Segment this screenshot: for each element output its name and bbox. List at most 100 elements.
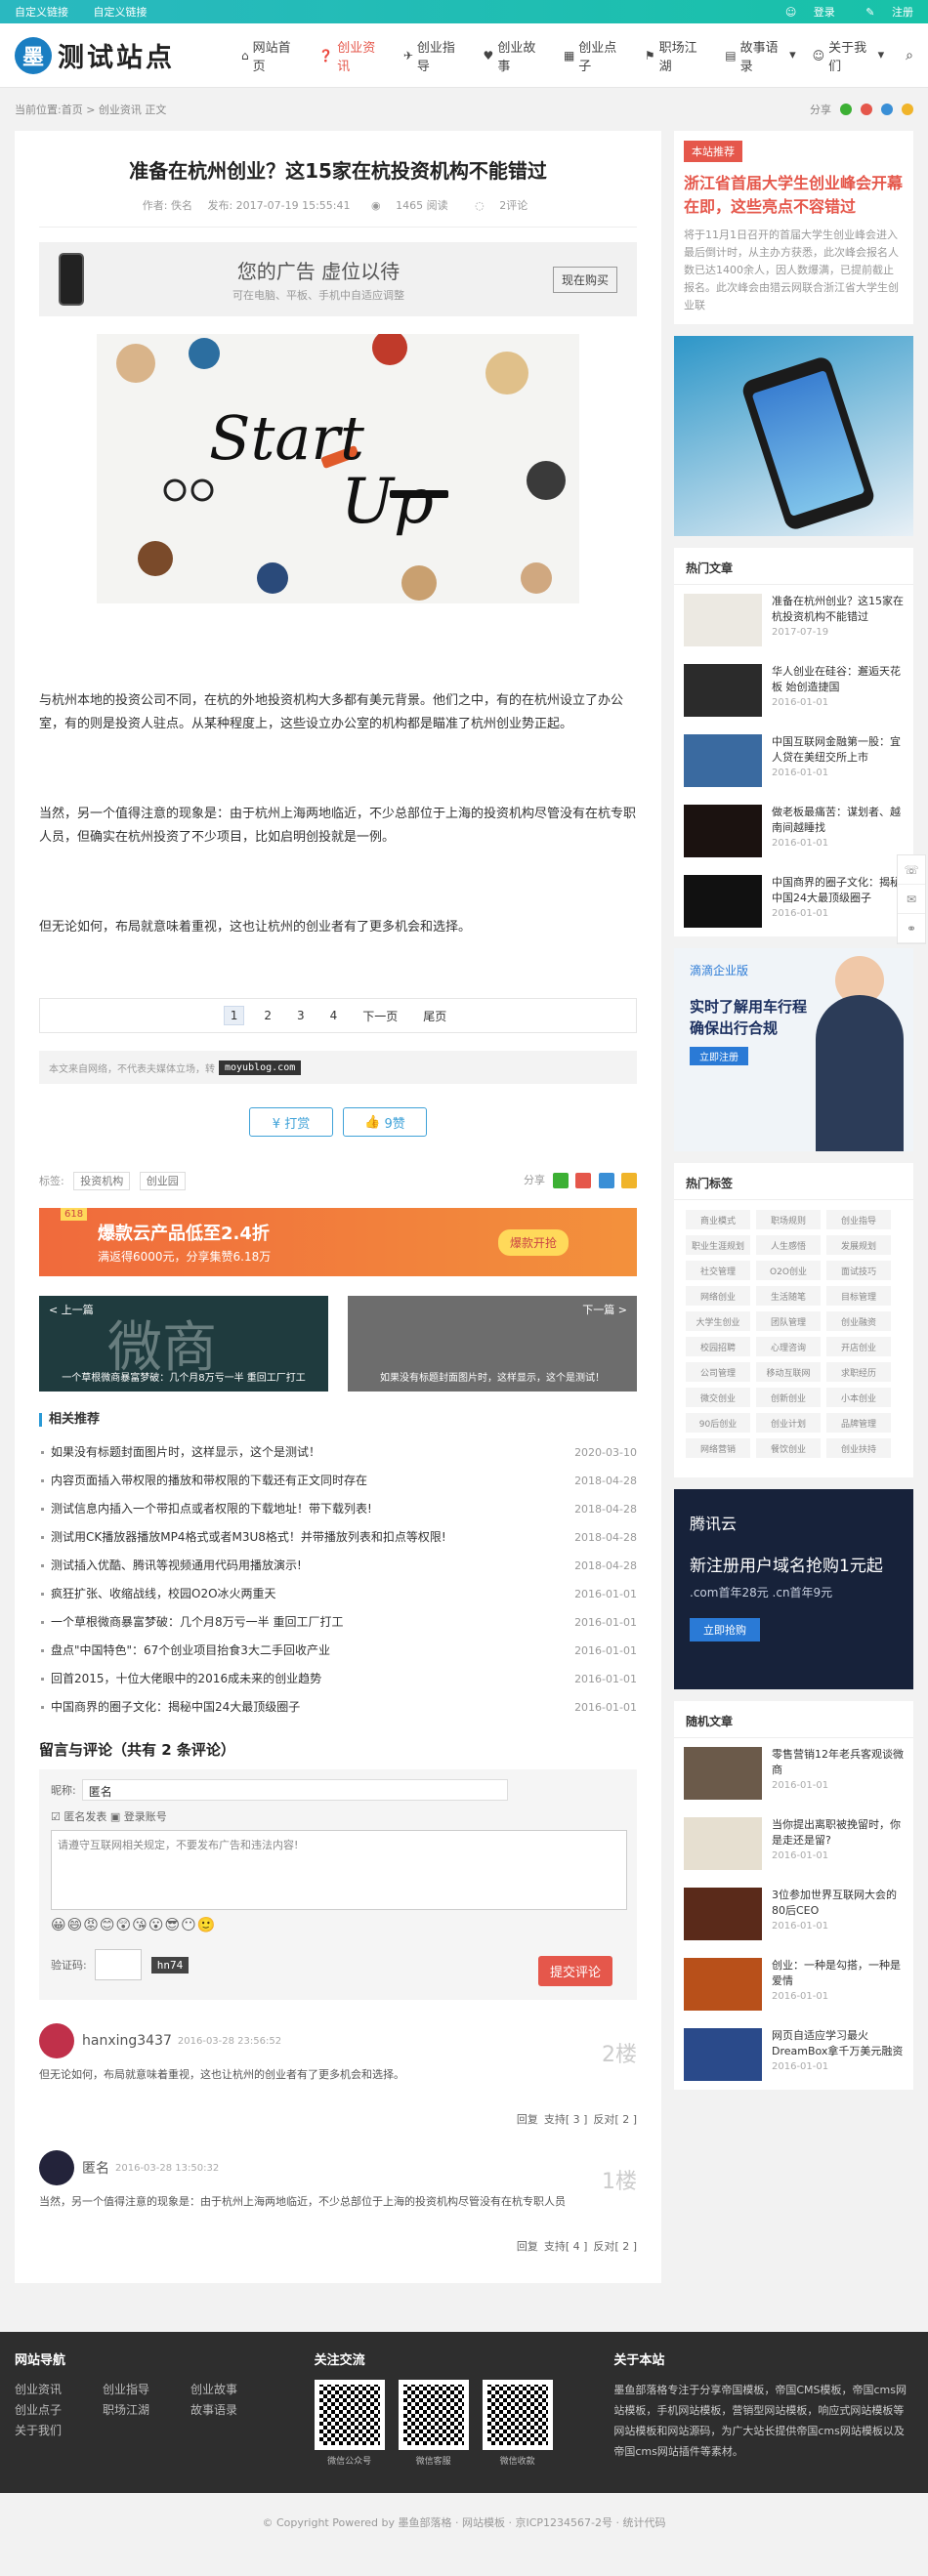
tag-chip[interactable]: 大学生创业 <box>686 1311 750 1331</box>
related-item[interactable]: 测试信息内插入一个带扣点或者权限的下载地址！带下载列表! 2018-04-28 <box>39 1495 637 1523</box>
site-logo[interactable]: 墨 测试站点 <box>15 36 225 74</box>
promo-banner[interactable]: 618 爆款云产品低至2.4折 满返得6000元，分享集赞6.18万 爆款开抢 <box>39 1208 637 1276</box>
oppose-link[interactable]: 反对[ 2 ] <box>593 2113 637 2126</box>
qq-icon[interactable] <box>881 104 893 115</box>
top-link-1[interactable]: 自定义链接 <box>15 6 68 19</box>
tag-chip[interactable]: 目标管理 <box>826 1286 891 1306</box>
hot-article-item[interactable]: 做老板最痛苦：谋划者、越南间越睡找 2016-01-01 <box>674 796 913 866</box>
login-account-link[interactable]: ▣ 登录账号 <box>110 1810 167 1823</box>
related-item[interactable]: 内容页面插入带权限的播放和带权限的下载还有正文同时存在 2018-04-28 <box>39 1467 637 1495</box>
phone-icon[interactable]: ☏ <box>898 855 925 885</box>
footer-nav-link[interactable]: 创业故事 <box>190 2380 278 2400</box>
like-button[interactable]: 👍 9赞 <box>343 1107 427 1137</box>
reward-button[interactable]: ¥ 打赏 <box>249 1107 333 1137</box>
tag-chip[interactable]: 创业指导 <box>826 1210 891 1229</box>
footer-nav-link[interactable]: 关于我们 <box>15 2421 103 2441</box>
tag-chip[interactable]: 开店创业 <box>826 1337 891 1356</box>
qzone-share-icon[interactable] <box>621 1173 637 1188</box>
hot-article-item[interactable]: 华人创业在硅谷：邂逅天花板 始创造捷国 2016-01-01 <box>674 655 913 726</box>
tag-chip[interactable]: 创业计划 <box>756 1413 821 1433</box>
tag-chip[interactable]: 微交创业 <box>686 1388 750 1407</box>
tag-chip[interactable]: 餐饮创业 <box>756 1438 821 1458</box>
tag-chip[interactable]: 品牌管理 <box>826 1413 891 1433</box>
related-item[interactable]: 中国商界的圈子文化：揭秘中国24大最顶级圈子 2016-01-01 <box>39 1693 637 1722</box>
comment-textarea[interactable]: 请遵守互联网相关规定，不要发布广告和违法内容! <box>51 1830 627 1910</box>
footer-nav-link[interactable]: 故事语录 <box>190 2400 278 2421</box>
tag-chip[interactable]: 创新创业 <box>756 1388 821 1407</box>
top-link-2[interactable]: 自定义链接 <box>94 6 148 19</box>
tag-chip[interactable]: 心理咨询 <box>756 1337 821 1356</box>
register-link[interactable]: ✎ 注册 <box>852 6 913 19</box>
anonymous-checkbox[interactable]: ☑ 匿名发表 <box>51 1810 106 1823</box>
random-article-item[interactable]: 当你提出离职被挽留时，你是走还是留? 2016-01-01 <box>674 1808 913 1879</box>
nav-item-2[interactable]: ❓ 创业资讯 <box>318 37 387 74</box>
tencent-cloud-ad[interactable]: 腾讯云 新注册用户域名抢购1元起 .com首年28元 .cn首年9元 立即抢购 <box>674 1489 913 1689</box>
tag-chip[interactable]: 创业扶持 <box>826 1438 891 1458</box>
page-1[interactable]: 1 <box>223 1006 245 1025</box>
random-article-item[interactable]: 零售营销12年老兵客观谈微商 2016-01-01 <box>674 1738 913 1808</box>
emoji-picker[interactable]: 😀😄😡😊😲😘😮😎😶🙂 <box>51 1916 625 1933</box>
tag-chip[interactable]: 小本创业 <box>826 1388 891 1407</box>
tag-chip[interactable]: 面试技巧 <box>826 1261 891 1280</box>
tag-chip[interactable]: 职场规则 <box>756 1210 821 1229</box>
footer-nav-link[interactable]: 创业指导 <box>103 2380 190 2400</box>
captcha-input[interactable] <box>94 1949 142 1980</box>
nav-item-4[interactable]: ♥ 创业故事 <box>484 37 547 74</box>
related-item[interactable]: 疯狂扩张、收缩战线，校园O2O冰火两重天 2016-01-01 <box>39 1580 637 1608</box>
weibo-icon[interactable] <box>861 104 872 115</box>
tag-chip[interactable]: 求职经历 <box>826 1362 891 1382</box>
tag-chip[interactable]: 创业融资 <box>826 1311 891 1331</box>
wechat-icon[interactable] <box>840 104 852 115</box>
tag-chip[interactable]: 职业生涯规划 <box>686 1235 750 1255</box>
nav-item-7[interactable]: ▤ 故事语录 ▾ <box>725 37 795 74</box>
didi-register-button[interactable]: 立即注册 <box>690 1047 748 1065</box>
page-3[interactable]: 3 <box>291 1007 311 1024</box>
buy-now-button[interactable]: 现在购买 <box>552 266 617 293</box>
random-article-item[interactable]: 创业：一种是勾搭，一种是爱情 2016-01-01 <box>674 1949 913 2019</box>
last-page[interactable]: 尾页 <box>417 1006 452 1026</box>
ad-placeholder[interactable]: 您的广告 虚位以待 可在电脑、平板、手机中自适应调整 现在购买 <box>39 242 637 316</box>
tag-chip[interactable]: 移动互联网 <box>756 1362 821 1382</box>
nav-item-1[interactable]: ⌂ 网站首页 <box>241 37 302 74</box>
tag-link[interactable]: 投资机构 <box>73 1171 131 1190</box>
related-item[interactable]: 如果没有标题封面图片时，这样显示，这个是测试！ 2020-03-10 <box>39 1438 637 1467</box>
tag-chip[interactable]: 网络创业 <box>686 1286 750 1306</box>
support-link[interactable]: 支持[ 4 ] <box>544 2240 588 2253</box>
hot-article-item[interactable]: 中国商界的圈子文化：揭秘中国24大最顶级圈子 2016-01-01 <box>674 866 913 936</box>
tag-chip[interactable]: 社交管理 <box>686 1261 750 1280</box>
nav-item-5[interactable]: ▦ 创业点子 <box>564 37 628 74</box>
tag-chip[interactable]: 校园招聘 <box>686 1337 750 1356</box>
page-2[interactable]: 2 <box>258 1007 277 1024</box>
source-url[interactable]: moyublog.com <box>219 1059 302 1075</box>
related-item[interactable]: 一个草根微商暴富梦破：几个月8万亏一半 重回工厂打工 2016-01-01 <box>39 1608 637 1637</box>
link-icon[interactable]: ⚭ <box>898 914 925 943</box>
hot-article-item[interactable]: 准备在杭州创业？这15家在杭投资机构不能错过 2017-07-19 <box>674 585 913 655</box>
page-4[interactable]: 4 <box>324 1007 344 1024</box>
weibo-share-icon[interactable] <box>575 1173 591 1188</box>
submit-comment-button[interactable]: 提交评论 <box>537 1956 612 1986</box>
qq-share-icon[interactable] <box>598 1173 614 1188</box>
captcha-image[interactable]: hn74 <box>150 1956 190 1974</box>
hot-article-item[interactable]: 中国互联网金融第一股：宜人贷在美纽交所上市 2016-01-01 <box>674 726 913 796</box>
related-item[interactable]: 回首2015，十位大佬眼中的2016成未来的创业趋势 2016-01-01 <box>39 1665 637 1693</box>
tag-chip[interactable]: 人生感悟 <box>756 1235 821 1255</box>
footer-nav-link[interactable]: 职场江湖 <box>103 2400 190 2421</box>
nav-item-6[interactable]: ⚑ 职场江湖 <box>645 37 708 74</box>
login-link[interactable]: ☺ 登录 <box>772 6 835 19</box>
next-page[interactable]: 下一页 <box>357 1006 403 1026</box>
related-item[interactable]: 盘点"中国特色"：67个创业项目抬食3大二手回收产业 2016-01-01 <box>39 1637 637 1665</box>
nav-item-3[interactable]: ✈ 创业指导 <box>403 37 467 74</box>
tencent-buy-button[interactable]: 立即抢购 <box>690 1618 760 1641</box>
tag-chip[interactable]: 发展规划 <box>826 1235 891 1255</box>
recommend-title[interactable]: 浙江省首届大学生创业峰会开幕在即，这些亮点不容错过 <box>684 172 904 219</box>
tag-link[interactable]: 创业园 <box>139 1171 186 1190</box>
tag-chip[interactable]: 团队管理 <box>756 1311 821 1331</box>
tag-chip[interactable]: 网络营销 <box>686 1438 750 1458</box>
tag-chip[interactable]: 公司管理 <box>686 1362 750 1382</box>
reply-link[interactable]: 回复 <box>517 2240 538 2253</box>
nav-item-8[interactable]: ☺ 关于我们 ▾ <box>813 37 885 74</box>
next-article[interactable]: 下一篇 > 如果没有标题封面图片时，这样显示，这个是测试！ <box>348 1296 637 1392</box>
wechat-share-icon[interactable] <box>552 1173 569 1188</box>
support-link[interactable]: 支持[ 3 ] <box>544 2113 588 2126</box>
article-comments[interactable]: ◌ 2评论 <box>469 199 533 212</box>
